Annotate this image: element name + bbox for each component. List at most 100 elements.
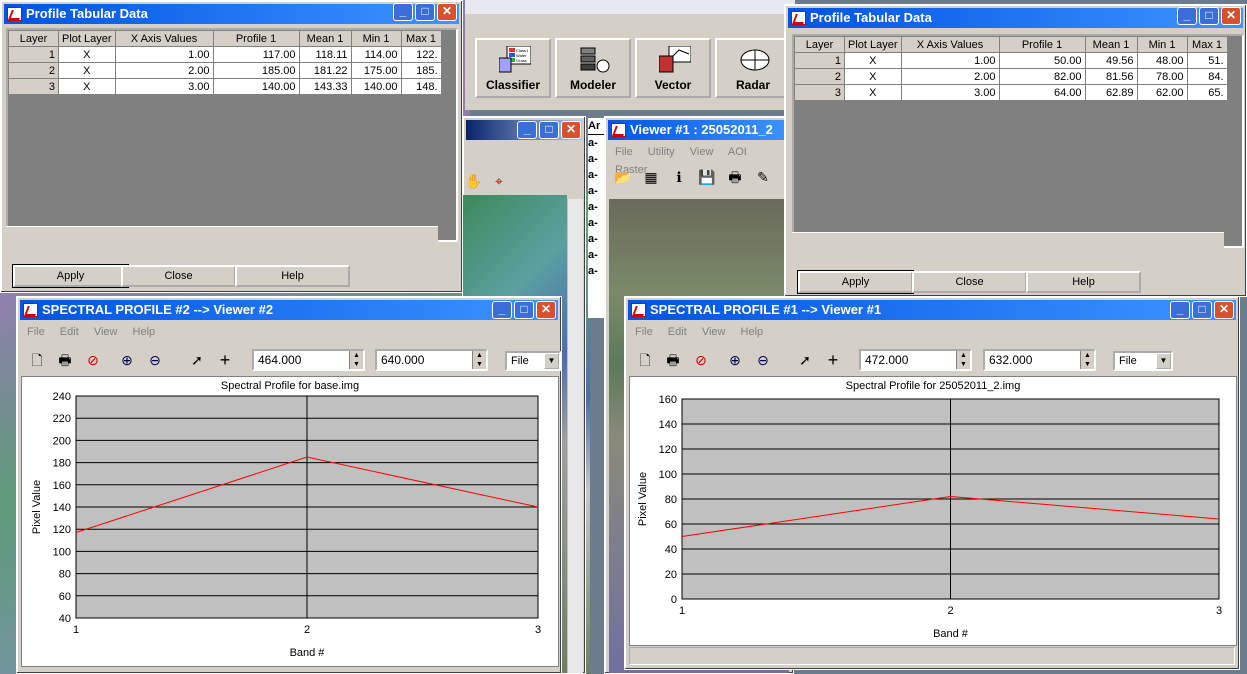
print-icon[interactable]: 🖶: [663, 350, 683, 370]
crosshair-icon[interactable]: +: [215, 350, 235, 370]
stop-icon[interactable]: ⊘: [83, 350, 103, 370]
close-button[interactable]: ✕: [1221, 7, 1241, 25]
new-icon[interactable]: 🗋: [27, 350, 47, 370]
close-button[interactable]: ✕: [561, 121, 581, 139]
menu-view[interactable]: View: [690, 146, 714, 158]
info-icon[interactable]: ℹ: [669, 167, 689, 187]
menu-view[interactable]: View: [94, 326, 118, 338]
y-coordinate-field[interactable]: 632.000 ▲ ▼: [983, 349, 1096, 371]
spinner-arrows-icon[interactable]: ▲ ▼: [472, 351, 486, 369]
x-coordinate-field[interactable]: 472.000 ▲ ▼: [859, 349, 972, 371]
close-button[interactable]: ✕: [1214, 301, 1234, 319]
close-button[interactable]: ✕: [536, 301, 556, 319]
column-header[interactable]: X Axis Values: [114, 30, 214, 47]
vertical-scrollbar[interactable]: [567, 199, 583, 673]
column-header[interactable]: Mean 1: [1084, 36, 1138, 53]
table-row[interactable]: 1 X 1.00 117.00 118.11 114.00 122.: [8, 46, 442, 63]
radar-button[interactable]: Radar: [715, 38, 791, 98]
apply-button[interactable]: Apply: [797, 270, 914, 294]
hand-icon[interactable]: ✋: [465, 173, 482, 190]
column-header[interactable]: Max 1: [400, 30, 442, 47]
menu-file[interactable]: File: [27, 326, 45, 338]
column-header[interactable]: Min 1: [350, 30, 402, 47]
table-row[interactable]: 1 X 1.00 50.00 49.56 48.00 51.: [794, 52, 1228, 69]
spinner-arrows-icon[interactable]: ▲ ▼: [349, 351, 363, 369]
zoom-out-icon[interactable]: ⊖: [145, 350, 165, 370]
menu-aoi[interactable]: AOI: [728, 146, 747, 158]
column-header[interactable]: Layer: [794, 36, 845, 53]
minimize-button[interactable]: _: [393, 3, 413, 21]
close-button[interactable]: ✕: [437, 3, 457, 21]
vector-label: Vector: [654, 78, 692, 92]
maximize-button[interactable]: □: [539, 121, 559, 139]
help-button[interactable]: Help: [1026, 271, 1141, 293]
x-coordinate-field[interactable]: 464.000 ▲ ▼: [252, 349, 365, 371]
menu-file[interactable]: File: [635, 326, 653, 338]
minimize-button[interactable]: _: [492, 301, 512, 319]
column-header[interactable]: Profile 1: [998, 36, 1086, 53]
spectral1-menubar: File Edit View Help: [629, 323, 1235, 341]
table-row[interactable]: 3 X 3.00 140.00 143.33 140.00 148.: [8, 78, 442, 95]
y-coordinate-field[interactable]: 640.000 ▲ ▼: [375, 349, 488, 371]
column-header[interactable]: Plot Layer: [844, 36, 902, 53]
menu-help[interactable]: Help: [741, 326, 764, 338]
close-button[interactable]: Close: [121, 265, 236, 287]
new-viewer-icon[interactable]: ▦: [641, 167, 661, 187]
zoom-out-icon[interactable]: ⊖: [753, 350, 773, 370]
modeler-button[interactable]: Modeler: [555, 38, 631, 98]
menu-file[interactable]: File: [615, 146, 633, 158]
help-button[interactable]: Help: [235, 265, 350, 287]
maximize-button[interactable]: □: [514, 301, 534, 319]
minimize-button[interactable]: _: [1177, 7, 1197, 25]
print-icon[interactable]: 🖶: [725, 167, 745, 187]
maximize-button[interactable]: □: [1199, 7, 1219, 25]
menu-view[interactable]: View: [702, 326, 726, 338]
maximize-button[interactable]: □: [415, 3, 435, 21]
column-header[interactable]: Layer: [8, 30, 59, 47]
minimize-button[interactable]: _: [1170, 301, 1190, 319]
x-tick-label: 2: [947, 605, 953, 617]
status-bar: [629, 647, 1235, 665]
spinner-arrows-icon[interactable]: ▲ ▼: [956, 351, 970, 369]
erdas-app-icon: [631, 303, 646, 317]
spinner-arrows-icon[interactable]: ▲ ▼: [1080, 351, 1094, 369]
crosshair-icon[interactable]: +: [823, 350, 843, 370]
horizontal-scrollbar[interactable]: [6, 226, 438, 242]
menu-edit[interactable]: Edit: [60, 326, 79, 338]
file-select[interactable]: File ▼: [1113, 351, 1173, 371]
column-header[interactable]: Max 1: [1186, 36, 1228, 53]
maximize-button[interactable]: □: [1192, 301, 1212, 319]
zoom-in-icon[interactable]: ⊕: [117, 350, 137, 370]
menu-help[interactable]: Help: [133, 326, 156, 338]
new-icon[interactable]: 🗋: [635, 350, 655, 370]
save-icon[interactable]: 💾: [697, 167, 717, 187]
table-row[interactable]: 2 X 2.00 185.00 181.22 175.00 185.: [8, 62, 442, 79]
table-row[interactable]: 3 X 3.00 64.00 62.89 62.00 65.: [794, 84, 1228, 101]
inquire-icon[interactable]: ⌖: [495, 173, 503, 190]
apply-button[interactable]: Apply: [12, 264, 129, 288]
classifier-button[interactable]: Class1 Water Grass Classifier: [475, 38, 551, 98]
y-tick-label: 120: [53, 524, 71, 536]
menu-utility[interactable]: Utility: [648, 146, 675, 158]
select-arrow-icon[interactable]: ➚: [795, 350, 815, 370]
select-arrow-icon[interactable]: ➚: [187, 350, 207, 370]
column-header[interactable]: Min 1: [1136, 36, 1188, 53]
column-header[interactable]: X Axis Values: [900, 36, 1000, 53]
close-button[interactable]: Close: [912, 271, 1027, 293]
vector-button[interactable]: Vector: [635, 38, 711, 98]
column-header[interactable]: Profile 1: [212, 30, 300, 47]
zoom-in-icon[interactable]: ⊕: [725, 350, 745, 370]
column-header[interactable]: Mean 1: [298, 30, 352, 47]
menu-edit[interactable]: Edit: [668, 326, 687, 338]
column-header[interactable]: Plot Layer: [58, 30, 116, 47]
eraser-icon[interactable]: ✎: [753, 167, 773, 187]
chevron-down-icon[interactable]: ▼: [544, 353, 559, 369]
minimize-button[interactable]: _: [517, 121, 537, 139]
horizontal-scrollbar[interactable]: [792, 232, 1224, 248]
table-row[interactable]: 2 X 2.00 82.00 81.56 78.00 84.: [794, 68, 1228, 85]
print-icon[interactable]: 🖶: [55, 350, 75, 370]
stop-icon[interactable]: ⊘: [691, 350, 711, 370]
file-select[interactable]: File ▼: [505, 351, 561, 371]
open-icon[interactable]: 📂: [613, 167, 633, 187]
chevron-down-icon[interactable]: ▼: [1156, 353, 1171, 369]
